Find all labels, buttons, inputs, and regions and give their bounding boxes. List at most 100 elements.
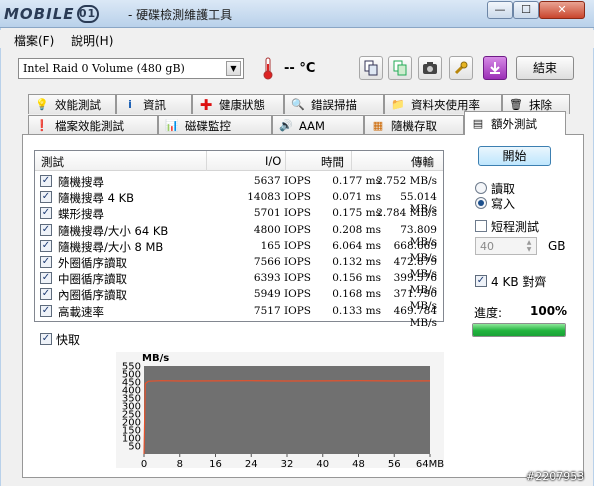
row-checkbox[interactable]: ✓ (40, 272, 52, 285)
row-checkbox[interactable]: ✓ (40, 256, 52, 268)
app-logo: MOBILE 01 (4, 3, 99, 25)
options-button[interactable] (449, 56, 473, 80)
header-transfer[interactable]: 傳輸 (411, 154, 434, 170)
download-button[interactable] (483, 56, 507, 80)
start-button[interactable]: 開始 (478, 146, 551, 166)
progress-value: 100% (530, 304, 568, 318)
menu-file[interactable]: 檔案(F) (14, 32, 54, 49)
align-4kb-checkbox[interactable]: ✓ (475, 275, 487, 287)
minimize-button[interactable]: — (487, 1, 513, 19)
row-transfer: 2.752 MB/s (376, 175, 437, 187)
table-row[interactable]: ✓ 蝶形搜尋 5701 IOPS 0.175 ms 2.784 MB/s (35, 205, 443, 221)
cache-checkbox[interactable]: ✓ (40, 333, 52, 345)
row-checkbox[interactable]: ✓ (40, 223, 52, 236)
close-button[interactable]: ✕ (539, 1, 585, 19)
header-test[interactable]: 測試 (41, 154, 64, 170)
logo-text: MOBILE (4, 5, 75, 23)
row-time: 0.132 ms (332, 256, 381, 268)
x-tick-label: 32 (281, 459, 294, 468)
row-io: 7517 IOPS (253, 304, 311, 317)
bar-chart-icon: 📊 (165, 119, 179, 132)
row-io: 4800 IOPS (253, 223, 311, 236)
tab-info[interactable]: i 資訊 (116, 94, 192, 114)
table-row[interactable]: ✓ 高載速率 7517 IOPS 0.133 ms 469.784 MB/s (35, 303, 443, 329)
y-axis-label: MB/s (142, 353, 169, 364)
title-bar: MOBILE 01 - 硬碟檢測維護工具 — ☐ ✕ (0, 0, 594, 28)
maximize-button[interactable]: ☐ (513, 1, 539, 19)
write-radio[interactable] (475, 197, 487, 209)
logo-number: 01 (76, 5, 99, 23)
short-test-checkbox[interactable] (475, 220, 487, 232)
header-io[interactable]: I/O (265, 154, 281, 168)
table-row[interactable]: ✓ 隨機搜尋/大小 64 KB 4800 IOPS 0.208 ms 73.809 MB… (35, 222, 443, 248)
camera-icon (423, 62, 437, 74)
transfer-chart: MB/s550500450400350300250200150100500 8 16… (116, 352, 444, 468)
copy-green-icon (393, 60, 407, 76)
row-io: 165 IOPS (260, 239, 311, 252)
tab-extra-tests[interactable]: ▤ 額外測試 (464, 111, 566, 135)
row-time: 0.177 ms (332, 175, 381, 187)
short-test-label: 短程測試 (491, 220, 540, 234)
tab-health[interactable]: ✚ 健康狀態 (192, 94, 284, 114)
tab-extra-tests-label: 額外測試 (491, 116, 537, 131)
copy-green-button[interactable] (388, 56, 412, 80)
tab-benchmark-label: 效能測試 (55, 97, 101, 112)
tab-error-scan-label: 錯誤掃描 (311, 97, 357, 112)
exit-button[interactable]: 結束 (516, 56, 574, 80)
x-tick-label: 16 (209, 459, 222, 468)
x-tick-label: 64MB (416, 459, 444, 468)
table-header: 測試 I/O 時間 傳輸 (35, 151, 443, 171)
tab-error-scan[interactable]: 🔍 錯誤掃描 (284, 94, 384, 114)
test-size-spinner[interactable]: 40 ▲ ▼ (475, 237, 537, 255)
tab-random-access-label: 隨機存取 (391, 118, 437, 133)
table-row[interactable]: ✓ 內圈循序讀取 5949 IOPS 0.168 ms 371.790 MB/s (35, 286, 443, 312)
menu-help[interactable]: 說明(H) (71, 32, 113, 49)
tab-random-access[interactable]: ▦ 隨機存取 (364, 115, 464, 135)
table-row[interactable]: ✓ 隨機搜尋 4 KB 14083 IOPS 0.071 ms 55.014 MB/s (35, 189, 443, 215)
tab-aam[interactable]: 🔊 AAM (272, 115, 364, 135)
tab-disk-monitor[interactable]: 📊 磁碟監控 (158, 115, 272, 135)
x-tick-label: 24 (245, 459, 258, 468)
tab-aam-label: AAM (299, 118, 325, 133)
chevron-down-icon[interactable]: ▼ (226, 61, 241, 76)
row-transfer: 469.784 MB/s (393, 304, 437, 329)
x-tick-label: 8 (177, 459, 183, 468)
temperature-readout: -- °C (284, 61, 316, 76)
tab-health-label: 健康狀態 (219, 97, 265, 112)
spin-up-icon[interactable]: ▲ (523, 239, 535, 246)
tools-icon (454, 61, 468, 75)
table-row[interactable]: ✓ 外圈循序讀取 7566 IOPS 0.132 ms 472.879 MB/s (35, 254, 443, 280)
row-io: 5701 IOPS (253, 207, 311, 220)
row-checkbox[interactable]: ✓ (40, 304, 52, 317)
drive-select[interactable]: Intel Raid 0 Volume (480 gB) ▼ (18, 58, 244, 79)
toolbar: Intel Raid 0 Volume (480 gB) ▼ -- °C 結束 (0, 52, 594, 88)
tab-file-benchmark[interactable]: ❗ 檔案效能測試 (28, 115, 158, 135)
row-checkbox[interactable]: ✓ (40, 175, 52, 187)
red-cross-icon: ✚ (199, 95, 213, 114)
row-test-name: 內圈循序讀取 (58, 288, 127, 303)
row-transfer: 2.784 MB/s (376, 207, 437, 220)
header-time[interactable]: 時間 (321, 154, 344, 170)
tab-info-label: 資訊 (143, 97, 166, 112)
progress-fill (473, 324, 565, 336)
tab-benchmark[interactable]: 💡 效能測試 (28, 94, 116, 114)
read-radio[interactable] (475, 182, 487, 194)
table-row[interactable]: ✓ 中圈循序讀取 6393 IOPS 0.156 ms 399.576 MB/s (35, 270, 443, 296)
row-checkbox[interactable]: ✓ (40, 191, 52, 204)
write-label: 寫入 (491, 197, 516, 211)
download-arrow-icon (490, 62, 500, 74)
screenshot-button[interactable] (418, 56, 442, 80)
row-checkbox[interactable]: ✓ (40, 207, 52, 220)
table-row[interactable]: ✓ 隨機搜尋 5637 IOPS 0.177 ms 2.752 MB/s (35, 173, 443, 189)
cache-label: 快取 (56, 333, 81, 347)
copy-button[interactable] (359, 56, 383, 80)
thermometer-icon (256, 56, 280, 80)
row-checkbox[interactable]: ✓ (40, 239, 52, 252)
file-benchmark-icon: ❗ (35, 119, 49, 132)
row-test-name: 隨機搜尋 (58, 175, 104, 189)
spin-down-icon[interactable]: ▼ (523, 246, 535, 253)
table-row[interactable]: ✓ 隨機搜尋/大小 8 MB 165 IOPS 6.064 ms 668.669 MB/… (35, 238, 443, 264)
row-test-name: 外圈循序讀取 (58, 256, 127, 270)
row-checkbox[interactable]: ✓ (40, 288, 52, 301)
extra-tests-icon: ▤ (472, 117, 484, 130)
